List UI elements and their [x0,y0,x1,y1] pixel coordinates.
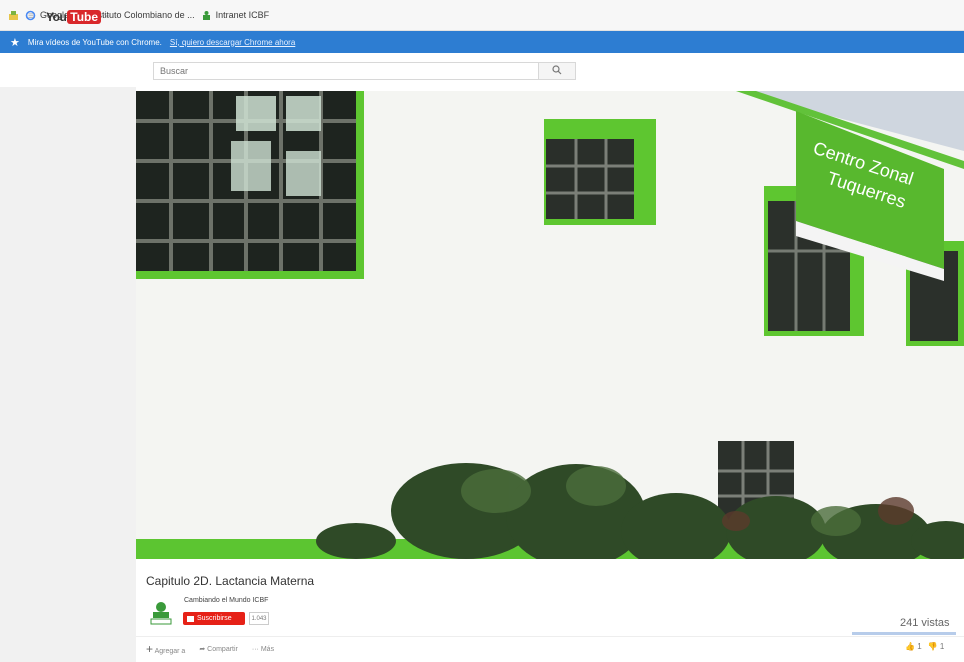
share-icon: ➦ [199,646,206,653]
subscribe-label: Suscribirse [197,615,232,622]
subscribe-button[interactable]: Suscribirse [183,612,245,625]
channel-name[interactable]: Cambiando el Mundo ICBF [184,597,268,604]
video-frame: Centro Zonal Tuquerres [136,91,964,559]
subscriber-count: 1.043 [249,612,269,625]
rating: 👍 1 👎 1 [905,642,944,651]
video-title: Capitulo 2D. Lactancia Materna [146,574,315,588]
search-button[interactable] [538,62,576,80]
view-count: 241 vistas [900,617,950,629]
like-button[interactable]: 👍 1 [905,642,922,651]
chrome-promo-bar: ★ Mira vídeos de YouTube con Chrome. Sí,… [0,31,964,53]
action-bar: + Agregar a ➦ Compartir ··· Más [146,642,274,656]
icbf-icon [201,10,212,21]
bookmark-intranet[interactable]: Intranet ICBF [201,10,269,21]
promo-text: Mira vídeos de YouTube con Chrome. [27,37,162,47]
thumbs-down-icon: 👎 [927,642,938,651]
menu-icon[interactable]: ≡ [28,12,37,22]
star-icon: ★ [10,36,20,49]
more-icon: ··· [251,645,259,653]
youtube-logo[interactable]: You Tube co [46,8,109,25]
video-player[interactable]: Centro Zonal Tuquerres [136,91,964,559]
share-button[interactable]: ➦ Compartir [199,645,238,653]
bookmarks-bar: Google Instituto Colombiano de ... Intra… [0,0,964,31]
apps-icon[interactable] [8,10,19,21]
search-icon [552,65,562,77]
channel-avatar[interactable] [148,599,174,625]
more-button[interactable]: ··· Más [252,646,274,653]
add-to-button[interactable]: + Agregar a [146,642,185,656]
left-gutter [0,87,136,662]
plus-icon: + [146,642,154,656]
dislike-button[interactable]: 👎 1 [928,642,945,651]
search-input[interactable] [153,62,539,80]
thumbs-up-icon: 👍 [905,642,915,651]
divider [136,636,964,637]
like-ratio-bar [852,632,956,635]
youtube-play-icon [187,615,194,622]
promo-link[interactable]: Sí, quiero descargar Chrome ahora [170,38,295,47]
